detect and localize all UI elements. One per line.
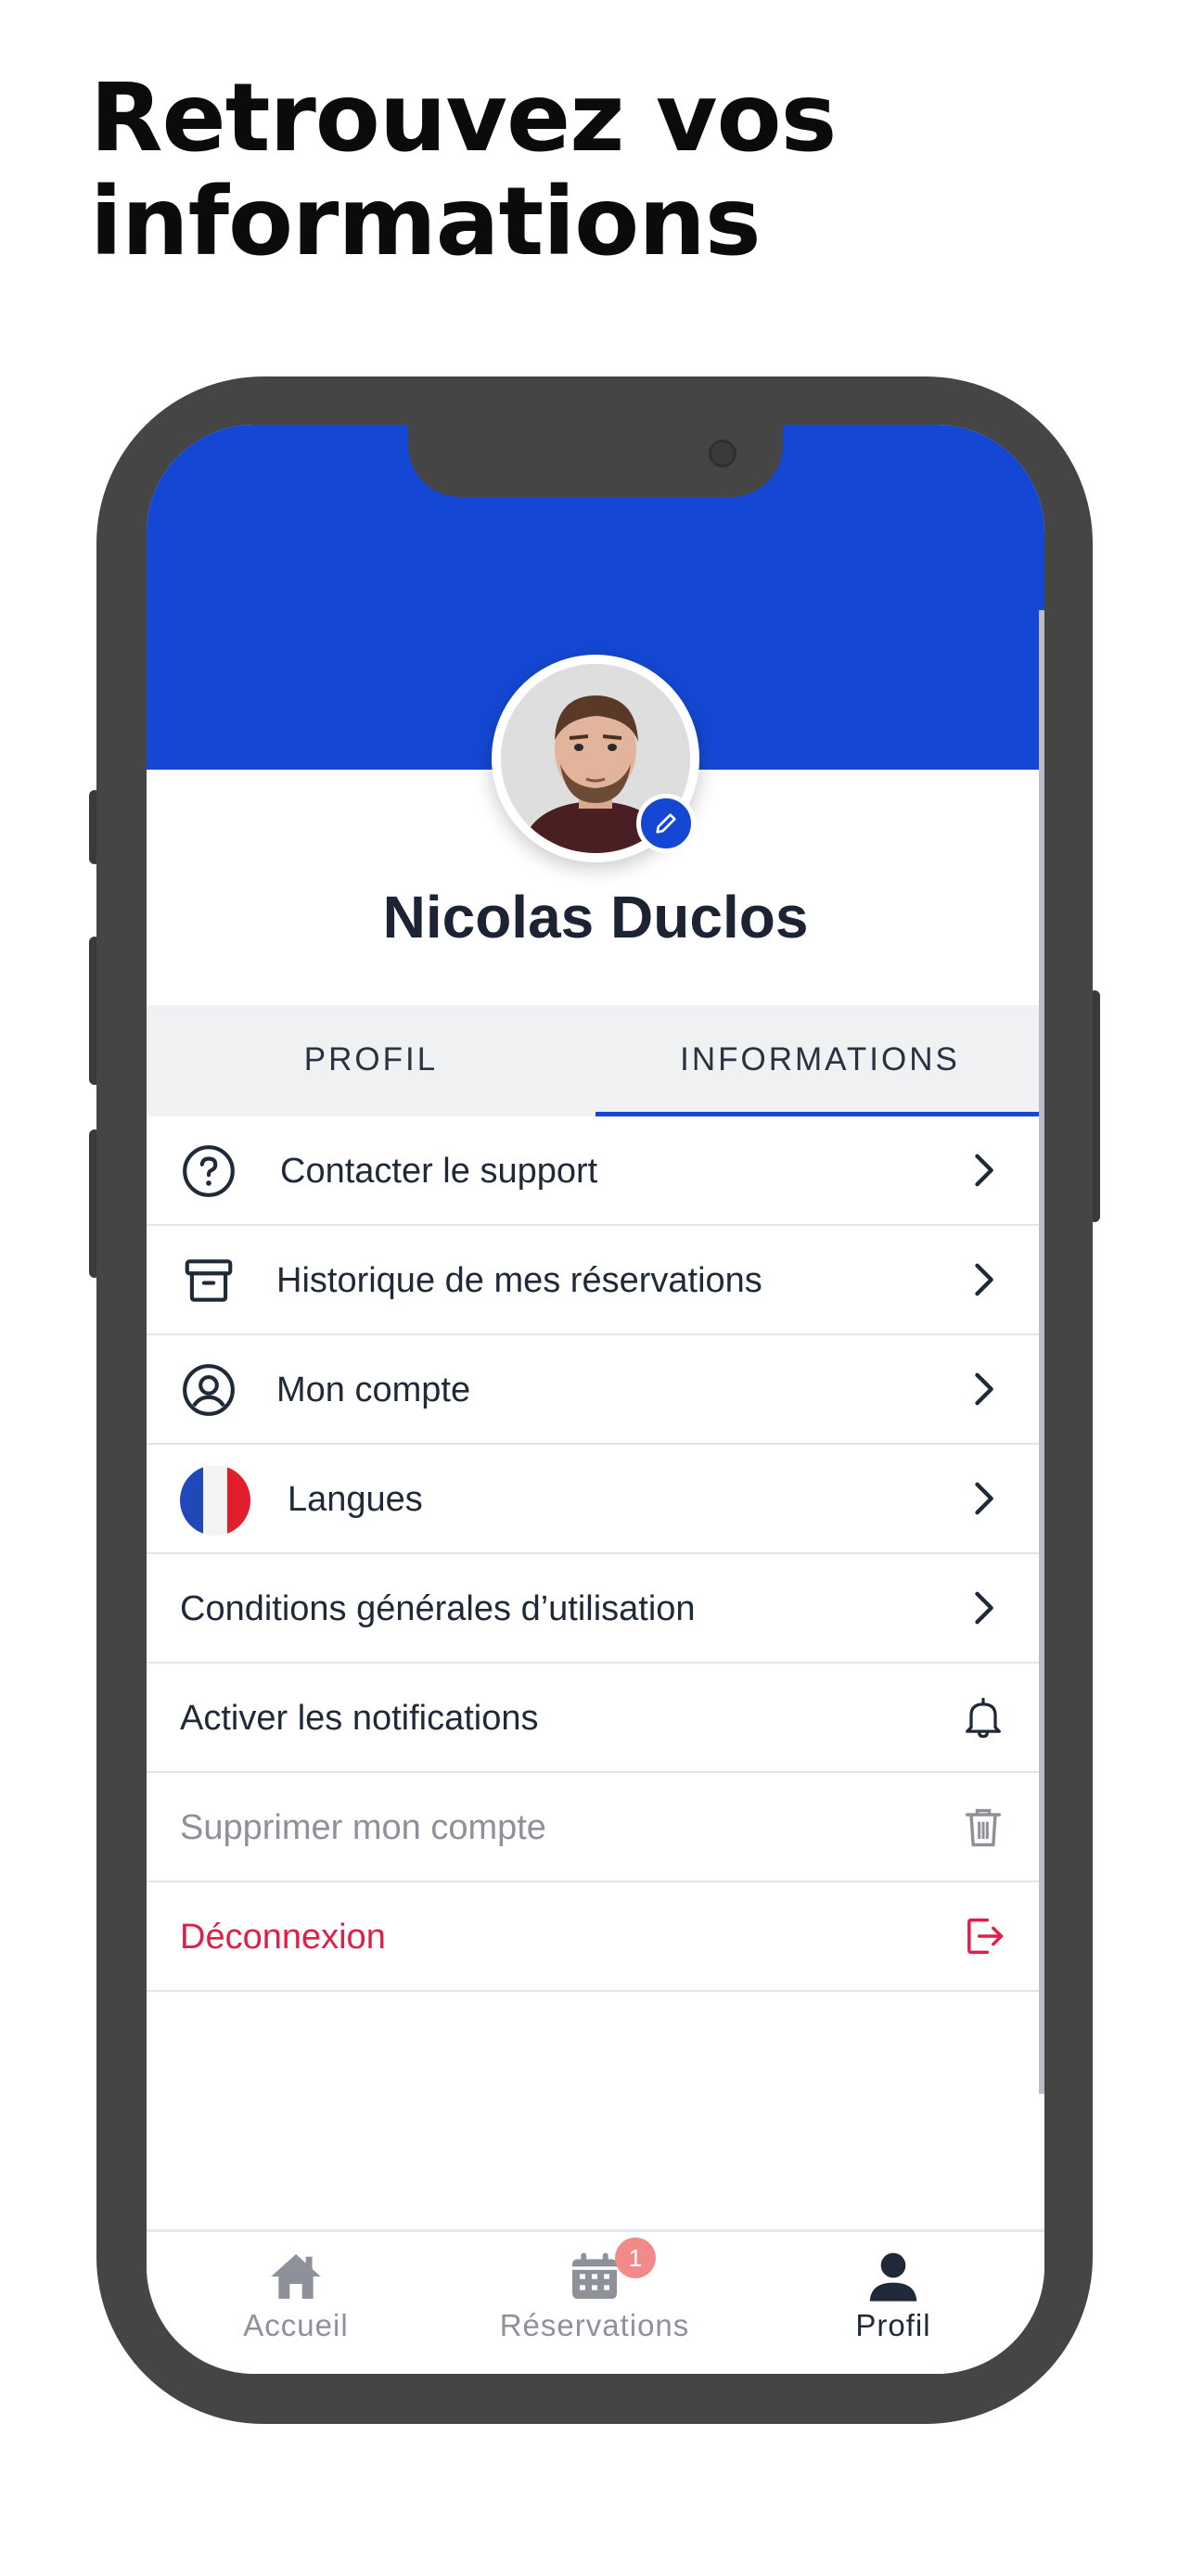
- menu-label-terms: Conditions générales d’utilisation: [180, 1589, 696, 1628]
- settings-menu: Contacter le support Historique de mes r…: [147, 1116, 1044, 1992]
- nav-item-profile[interactable]: Profil: [744, 2232, 1043, 2374]
- menu-item-account[interactable]: Mon compte: [147, 1335, 1044, 1445]
- chevron-right-icon: [975, 1154, 993, 1187]
- menu-label-logout: Déconnexion: [180, 1918, 386, 1957]
- user-circle-icon: [183, 1364, 235, 1416]
- chevron-right-icon: [975, 1482, 993, 1515]
- phone-notch: [408, 425, 783, 497]
- menu-item-notifications[interactable]: Activer les notifications: [147, 1664, 1044, 1773]
- headline-line-1: Retrouvez vos: [90, 63, 837, 173]
- camera-icon: [709, 440, 736, 467]
- chevron-right-icon: [975, 1591, 993, 1625]
- user-name: Nicolas Duclos: [382, 884, 809, 950]
- nav-label-profile: Profil: [855, 2308, 931, 2342]
- chevron-right-icon: [975, 1372, 993, 1406]
- menu-label-history: Historique de mes réservations: [276, 1261, 762, 1300]
- menu-item-terms[interactable]: Conditions générales d’utilisation: [147, 1554, 1044, 1664]
- page-headline: Retrouvez vos informations: [90, 67, 1110, 274]
- tab-bar: PROFIL INFORMATIONS: [147, 1005, 1044, 1116]
- menu-label-delete-account: Supprimer mon compte: [180, 1808, 546, 1847]
- nav-label-reservations: Réservations: [499, 2308, 690, 2342]
- edit-avatar-button[interactable]: [636, 794, 696, 853]
- nav-label-home: Accueil: [243, 2308, 349, 2342]
- chevron-right-icon: [975, 1263, 993, 1296]
- scrollbar[interactable]: [1039, 610, 1044, 2094]
- france-flag-icon: [180, 1465, 250, 1536]
- menu-item-support[interactable]: Contacter le support: [147, 1116, 1044, 1226]
- bottom-navigation: Accueil 1 Réservations Profil: [147, 2229, 1044, 2374]
- headline-line-2: informations: [90, 167, 762, 277]
- trash-icon: [965, 1808, 1002, 1847]
- nav-item-reservations[interactable]: 1 Réservations: [445, 2232, 744, 2374]
- nav-item-home[interactable]: Accueil: [147, 2232, 445, 2374]
- menu-item-logout[interactable]: Déconnexion: [147, 1882, 1044, 1992]
- tab-informations[interactable]: INFORMATIONS: [596, 1005, 1044, 1116]
- menu-item-history[interactable]: Historique de mes réservations: [147, 1226, 1044, 1335]
- help-circle-icon: [183, 1145, 235, 1197]
- menu-item-languages[interactable]: Langues: [147, 1445, 1044, 1554]
- tab-profil[interactable]: PROFIL: [147, 1005, 596, 1116]
- app-screen: Nicolas Duclos PROFIL INFORMATIONS Conta…: [147, 425, 1044, 2374]
- home-icon: [271, 2254, 321, 2299]
- menu-label-account: Mon compte: [276, 1371, 471, 1409]
- archive-icon: [185, 1259, 233, 1302]
- bell-icon: [966, 1697, 1001, 1739]
- reservations-count-badge: 1: [615, 2238, 656, 2278]
- menu-item-delete-account[interactable]: Supprimer mon compte: [147, 1773, 1044, 1882]
- user-icon: [869, 2252, 917, 2302]
- menu-label-languages: Langues: [288, 1480, 423, 1519]
- pencil-icon: [656, 813, 676, 834]
- menu-label-support: Contacter le support: [280, 1152, 598, 1191]
- logout-icon: [967, 1918, 1004, 1955]
- menu-label-notifications: Activer les notifications: [180, 1699, 539, 1738]
